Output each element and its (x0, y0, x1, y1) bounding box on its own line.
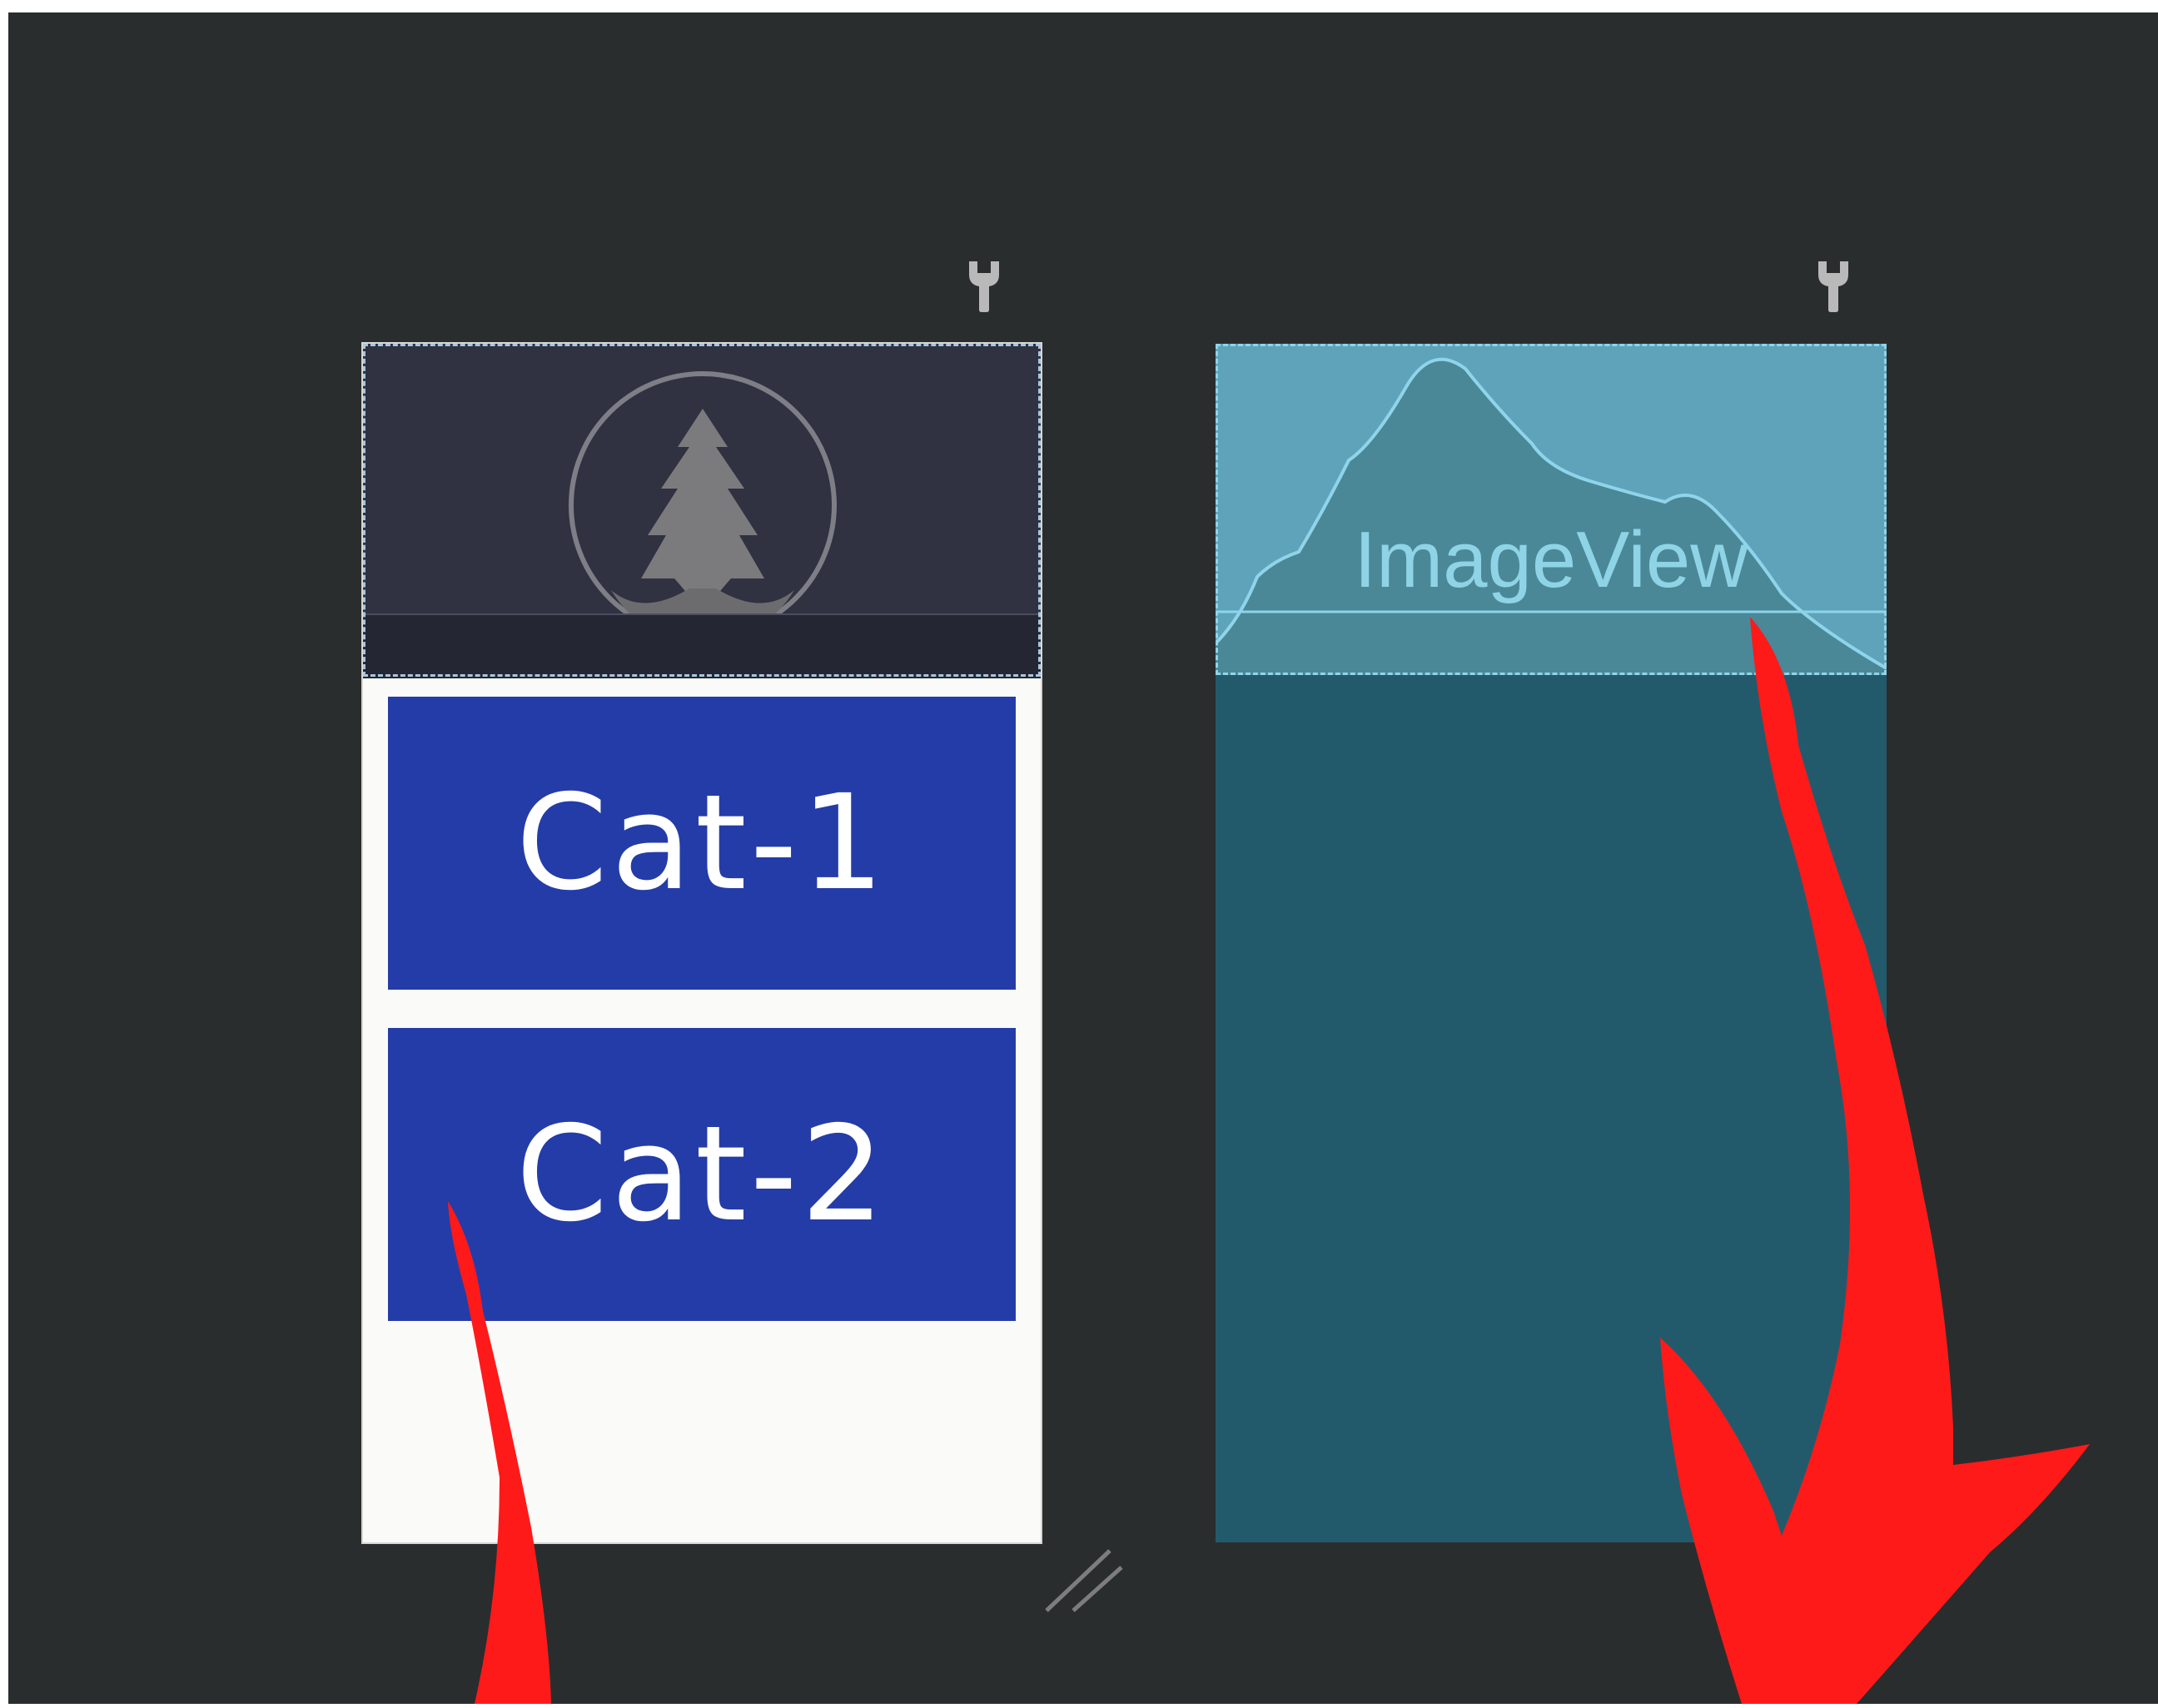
category-card-label: Cat-1 (515, 767, 888, 920)
category-card-label: Cat-2 (515, 1098, 888, 1251)
selection-outline (1216, 344, 1887, 675)
design-preview[interactable]: Cat-1 Cat-2 (363, 344, 1041, 1542)
header-view[interactable] (363, 344, 1041, 678)
wrench-icon[interactable] (966, 260, 1002, 313)
layout-editor-canvas: Cat-1 Cat-2 ImageView (8, 12, 2158, 1704)
blueprint-preview[interactable]: ImageView (1216, 344, 1887, 1542)
image-view-placeholder[interactable]: ImageView (1216, 344, 1887, 675)
category-card-1[interactable]: Cat-1 (388, 697, 1016, 990)
selection-outline (363, 344, 1041, 677)
wrench-icon[interactable] (1815, 260, 1852, 313)
category-card-2[interactable]: Cat-2 (388, 1028, 1016, 1321)
resize-handle-icon[interactable] (1045, 1542, 1123, 1612)
